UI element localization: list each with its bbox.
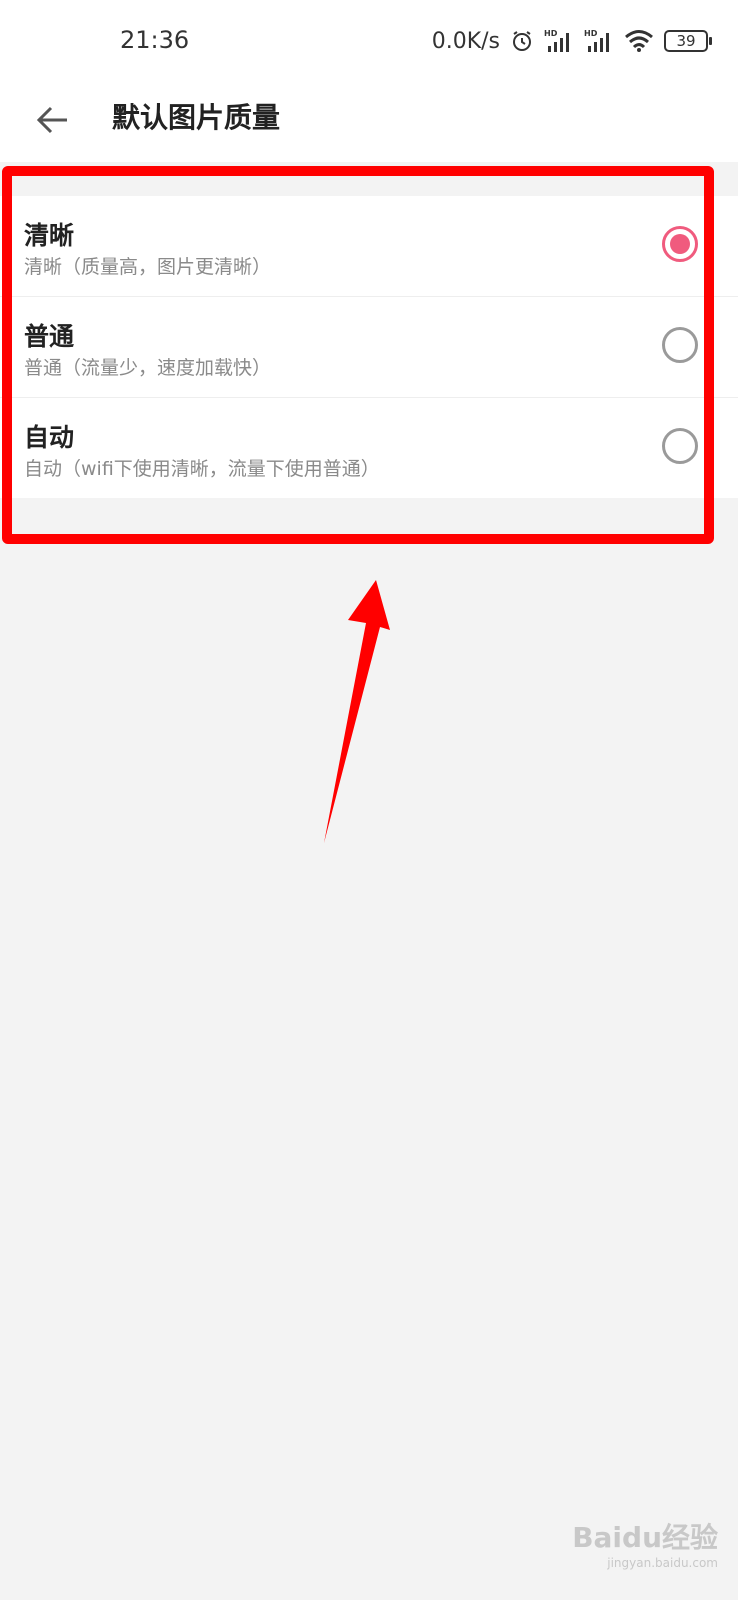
watermark-logo: Baidu经验 (572, 1521, 718, 1554)
annotation-highlight-box (2, 166, 714, 544)
status-icons: 0.0K/s HD HD 39 (431, 26, 712, 56)
status-time: 21:36 (120, 26, 190, 54)
annotation-arrow-icon (324, 580, 390, 843)
back-button[interactable] (22, 90, 82, 150)
alarm-icon (510, 29, 534, 53)
wifi-icon (624, 29, 654, 53)
arrow-left-icon (35, 105, 69, 135)
svg-text:HD: HD (544, 29, 558, 38)
battery-level: 39 (676, 32, 696, 50)
network-speed: 0.0K/s (431, 28, 500, 54)
status-bar: 21:36 0.0K/s HD HD 39 (0, 0, 738, 82)
svg-text:HD: HD (584, 29, 598, 38)
signal-hd-icon: HD (584, 28, 614, 54)
signal-hd-icon: HD (544, 28, 574, 54)
watermark-url: jingyan.baidu.com (607, 1556, 718, 1570)
watermark: Baidu经验 jingyan.baidu.com (572, 1516, 718, 1570)
app-bar: 默认图片质量 (0, 82, 738, 162)
page-title: 默认图片质量 (112, 101, 281, 134)
battery-icon: 39 (664, 30, 712, 52)
